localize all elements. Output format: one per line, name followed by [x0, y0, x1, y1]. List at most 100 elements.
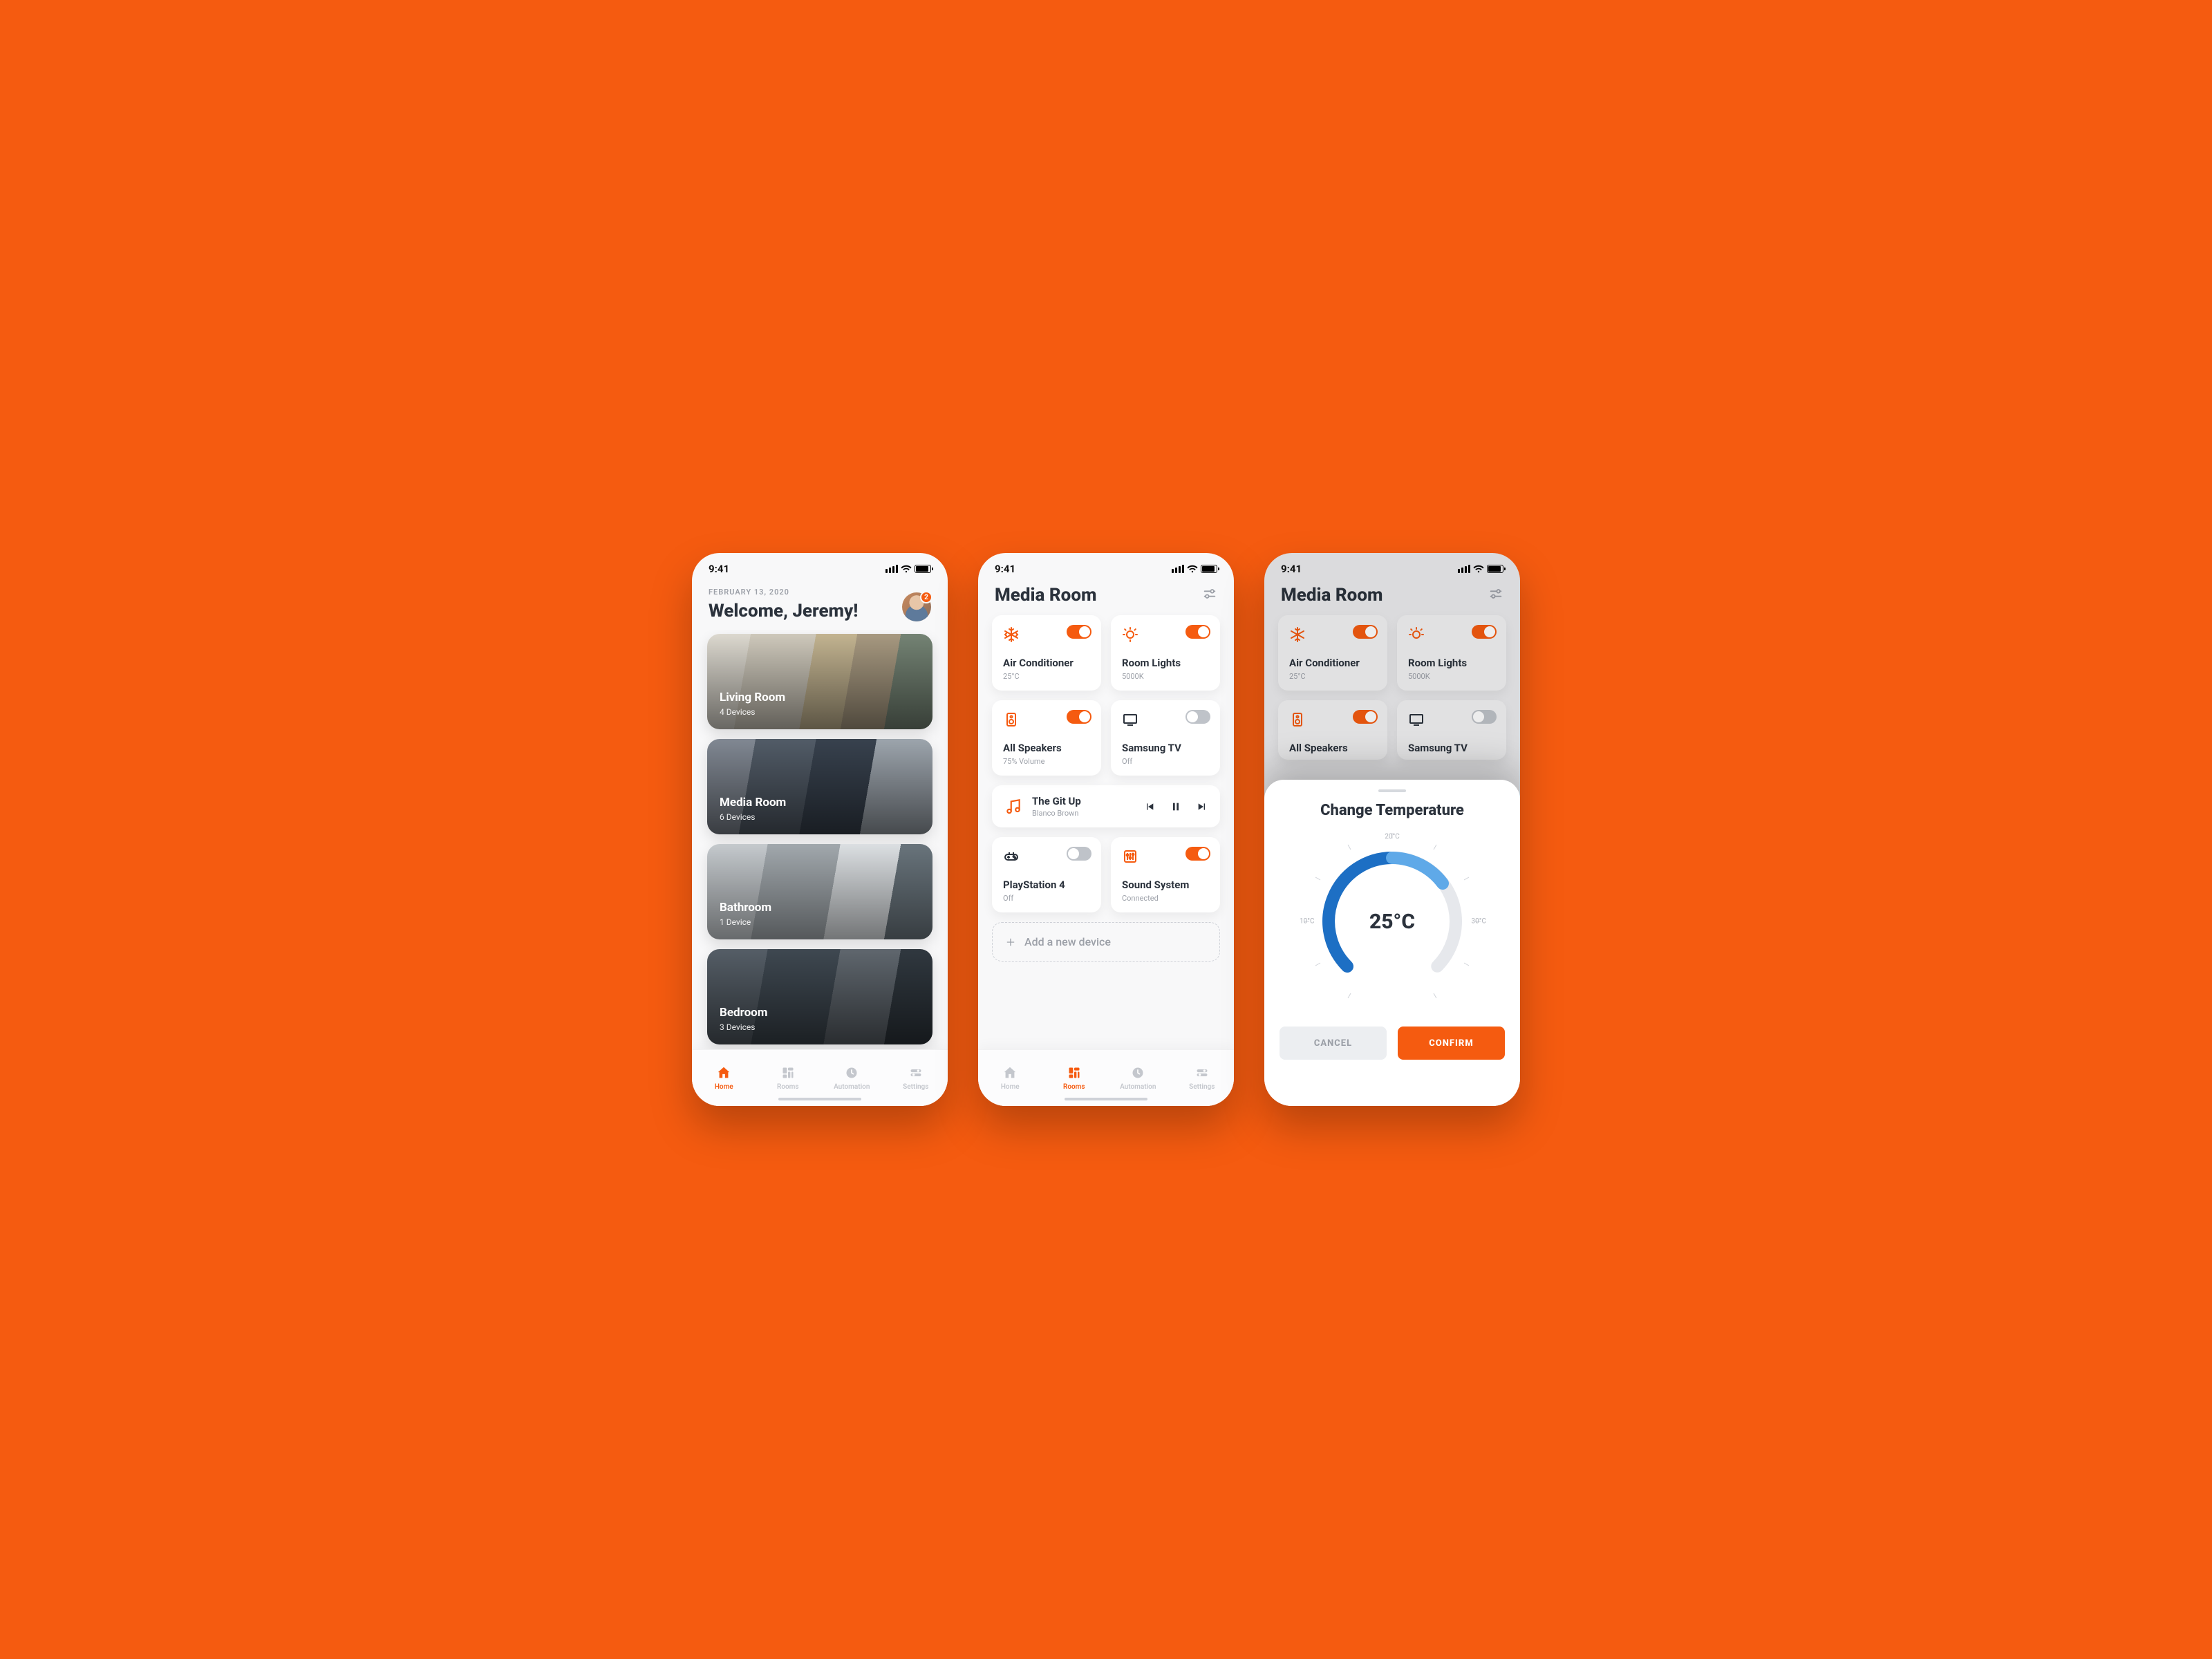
- room-header: Media Room: [978, 578, 1234, 615]
- room-name: Bathroom: [720, 901, 771, 915]
- nav-automation[interactable]: Automation: [831, 1065, 872, 1091]
- room-name: Living Room: [720, 691, 785, 704]
- temperature-dial[interactable]: 20°C 10°C 30°C 25°C: [1302, 832, 1482, 1011]
- device-name: PlayStation 4: [1003, 879, 1090, 891]
- modal-title: Change Temperature: [1280, 802, 1505, 819]
- signal-icon: [885, 565, 898, 573]
- nav-label: Settings: [1189, 1083, 1215, 1091]
- temperature-value: 25°C: [1302, 832, 1482, 1011]
- room-detail-screen: 9:41 Media Room Air Conditioner 25°C Roo…: [978, 553, 1234, 1106]
- room-title: Media Room: [995, 585, 1096, 606]
- notification-badge: 2: [920, 591, 932, 603]
- device-status: 75% Volume: [1003, 757, 1090, 766]
- speaker-icon: [1003, 711, 1020, 728]
- header: FEBRUARY 13, 2020 Welcome, Jeremy! 2: [692, 578, 948, 630]
- home-indicator[interactable]: [1065, 1098, 1147, 1100]
- device-toggle[interactable]: [1067, 625, 1091, 639]
- nav-label: Home: [715, 1083, 733, 1091]
- music-note-icon: [1004, 798, 1022, 816]
- change-temperature-modal: Change Temperature: [1264, 780, 1520, 1106]
- rooms-icon: [780, 1065, 796, 1080]
- avatar-button[interactable]: 2: [902, 592, 931, 621]
- clock-icon: [1130, 1065, 1145, 1080]
- device-toggle[interactable]: [1185, 625, 1210, 639]
- device-status: Off: [1122, 757, 1209, 766]
- snowflake-icon: [1003, 626, 1020, 643]
- nav-label: Settings: [903, 1083, 928, 1091]
- device-status: Connected: [1122, 894, 1209, 903]
- prev-track-icon[interactable]: [1144, 801, 1155, 812]
- status-bar: 9:41: [978, 553, 1234, 578]
- equalizer-icon: [1122, 848, 1138, 865]
- device-grid: Air Conditioner 25°C Room Lights 5000K A…: [978, 615, 1234, 962]
- track-title: The Git Up: [1032, 795, 1134, 807]
- nav-home[interactable]: Home: [989, 1065, 1031, 1091]
- nav-rooms[interactable]: Rooms: [767, 1065, 809, 1091]
- nav-label: Home: [1001, 1083, 1020, 1091]
- nav-label: Automation: [1120, 1083, 1156, 1091]
- clock: 9:41: [709, 563, 729, 575]
- wifi-icon: [901, 565, 912, 573]
- device-sound-system[interactable]: Sound System Connected: [1111, 837, 1220, 912]
- device-room-lights[interactable]: Room Lights 5000K: [1111, 615, 1220, 691]
- status-icons: [1172, 565, 1217, 573]
- cancel-button[interactable]: CANCEL: [1280, 1027, 1387, 1060]
- room-card-bedroom[interactable]: Bedroom 3 Devices: [707, 949, 932, 1044]
- welcome-title: Welcome, Jeremy!: [709, 601, 858, 621]
- device-air-conditioner[interactable]: Air Conditioner 25°C: [992, 615, 1101, 691]
- next-track-icon[interactable]: [1197, 801, 1208, 812]
- device-name: Air Conditioner: [1003, 657, 1090, 669]
- nav-rooms[interactable]: Rooms: [1053, 1065, 1095, 1091]
- device-name: Samsung TV: [1122, 742, 1209, 754]
- device-toggle[interactable]: [1185, 710, 1210, 724]
- device-status: 25°C: [1003, 672, 1090, 681]
- confirm-button[interactable]: CONFIRM: [1398, 1027, 1505, 1060]
- home-screen: 9:41 FEBRUARY 13, 2020 Welcome, Jeremy! …: [692, 553, 948, 1106]
- temperature-modal-screen: 9:41 Media Room Air Conditioner 25°C: [1264, 553, 1520, 1106]
- pause-icon[interactable]: [1170, 801, 1181, 812]
- room-devices: 1 Device: [720, 917, 771, 927]
- device-toggle[interactable]: [1185, 847, 1210, 861]
- device-status: Off: [1003, 894, 1090, 903]
- room-devices: 4 Devices: [720, 707, 785, 717]
- device-toggle[interactable]: [1067, 847, 1091, 861]
- gamepad-icon: [1003, 848, 1020, 865]
- device-toggle[interactable]: [1067, 710, 1091, 724]
- signal-icon: [1172, 565, 1184, 573]
- device-name: Sound System: [1122, 879, 1209, 891]
- add-device-label: Add a new device: [1024, 935, 1111, 948]
- status-bar: 9:41: [692, 553, 948, 578]
- add-device-button[interactable]: Add a new device: [992, 922, 1220, 962]
- track-artist: Blanco Brown: [1032, 809, 1134, 818]
- nav-home[interactable]: Home: [703, 1065, 744, 1091]
- tv-icon: [1122, 711, 1138, 728]
- room-card-media-room[interactable]: Media Room 6 Devices: [707, 739, 932, 834]
- home-indicator[interactable]: [778, 1098, 861, 1100]
- device-all-speakers[interactable]: All Speakers 75% Volume: [992, 700, 1101, 776]
- device-name: All Speakers: [1003, 742, 1090, 754]
- drag-handle[interactable]: [1378, 789, 1406, 792]
- device-samsung-tv[interactable]: Samsung TV Off: [1111, 700, 1220, 776]
- nav-settings[interactable]: Settings: [895, 1065, 937, 1091]
- home-icon: [716, 1065, 731, 1080]
- settings-icon: [1194, 1065, 1210, 1080]
- sliders-icon[interactable]: [1202, 586, 1217, 604]
- room-devices: 3 Devices: [720, 1022, 768, 1032]
- nav-automation[interactable]: Automation: [1117, 1065, 1159, 1091]
- lightbulb-icon: [1122, 626, 1138, 643]
- nav-label: Automation: [834, 1083, 870, 1091]
- device-name: Room Lights: [1122, 657, 1209, 669]
- battery-icon: [1201, 565, 1217, 573]
- room-card-bathroom[interactable]: Bathroom 1 Device: [707, 844, 932, 939]
- nav-label: Rooms: [1063, 1083, 1085, 1091]
- nav-settings[interactable]: Settings: [1181, 1065, 1223, 1091]
- now-playing-card[interactable]: The Git Up Blanco Brown: [992, 785, 1220, 827]
- nav-label: Rooms: [777, 1083, 799, 1091]
- room-name: Media Room: [720, 796, 786, 809]
- clock-icon: [844, 1065, 859, 1080]
- room-name: Bedroom: [720, 1006, 768, 1020]
- room-card-living-room[interactable]: Living Room 4 Devices: [707, 634, 932, 729]
- device-status: 5000K: [1122, 672, 1209, 681]
- home-icon: [1002, 1065, 1018, 1080]
- device-playstation-4[interactable]: PlayStation 4 Off: [992, 837, 1101, 912]
